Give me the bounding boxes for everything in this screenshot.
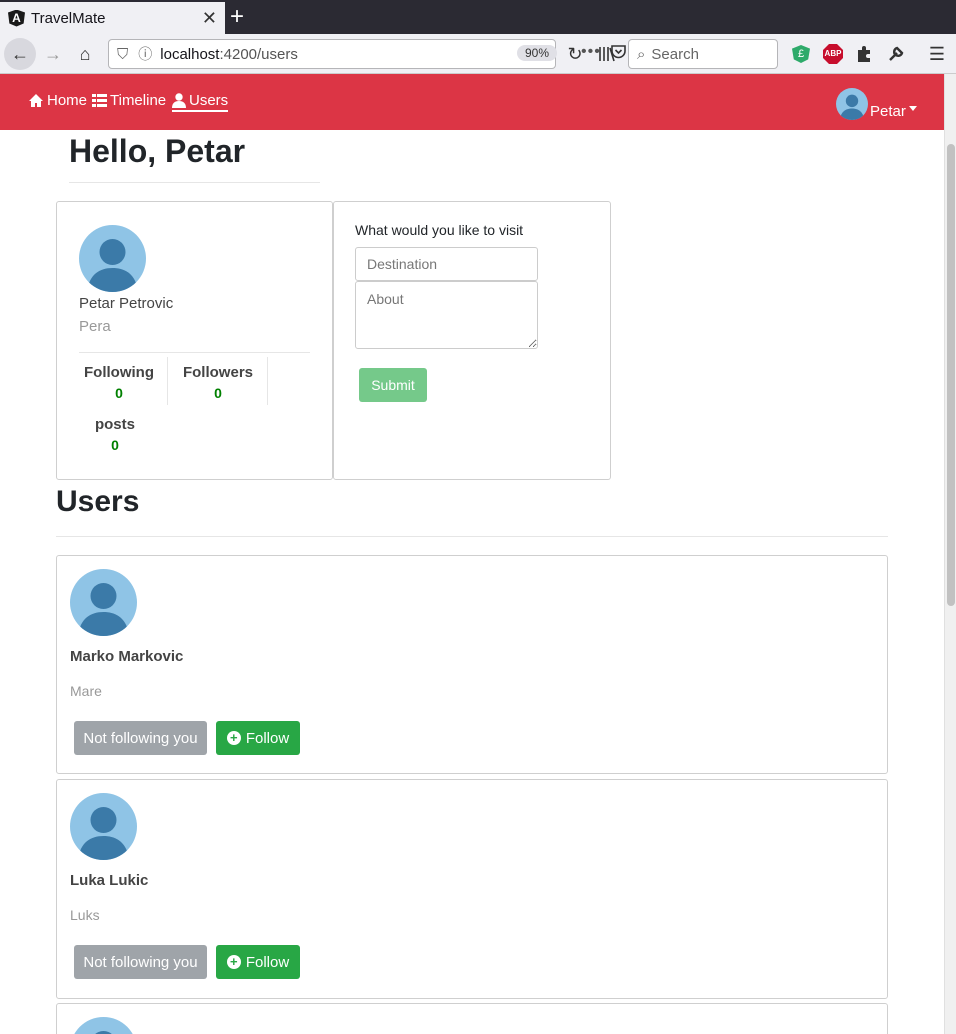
browser-tabstrip: A TravelMate ✕ + [0, 0, 956, 34]
angular-logo-icon: A [8, 9, 25, 27]
stat-following[interactable]: Following 0 [79, 364, 159, 401]
user-name[interactable]: Marko Markovic [70, 648, 183, 665]
plus-circle-icon: + [226, 731, 241, 745]
stat-label: posts [94, 416, 135, 433]
stat-label: Followers [182, 364, 253, 381]
search-icon: ⌕ [637, 45, 646, 63]
user-card: Marko Markovic Mare Not following you + … [56, 555, 888, 774]
plus-circle-icon: + [226, 955, 241, 969]
hamburger-menu-icon[interactable]: ☰ [922, 39, 952, 69]
app-navbar: Home Timeline Users Petar [0, 74, 944, 130]
nav-users-label: Users [189, 92, 229, 109]
browser-search-input[interactable]: ⌕ Search [628, 39, 778, 69]
home-icon[interactable]: ⌂ [70, 39, 100, 69]
library-icon[interactable] [592, 39, 622, 69]
users-heading: Users [56, 485, 140, 518]
reload-icon[interactable]: ↻ [560, 39, 590, 69]
user-card [56, 1003, 888, 1034]
avatar [70, 793, 137, 860]
puzzle-icon[interactable] [849, 39, 879, 69]
stat-posts[interactable]: posts 0 [79, 416, 151, 453]
zoom-badge[interactable]: 90% [517, 45, 558, 61]
avatar [70, 1017, 137, 1034]
stat-count: 0 [214, 385, 222, 401]
back-arrow-icon[interactable]: ← [4, 38, 36, 70]
follow-button[interactable]: + Follow [216, 945, 300, 979]
divider [167, 357, 168, 405]
user-nickname: Luks [70, 907, 100, 923]
caret-down-icon [908, 106, 917, 111]
new-tab-icon[interactable]: + [230, 3, 244, 31]
user-card: Luka Lukic Luks Not following you + Foll… [56, 779, 888, 999]
adblock-label: ABP [823, 44, 843, 64]
divider [79, 352, 310, 353]
url-host: localhost [160, 45, 220, 63]
stat-count: 0 [111, 437, 119, 453]
avatar [79, 225, 146, 292]
user-nickname: Mare [70, 683, 102, 699]
divider [267, 357, 268, 405]
page-title: Hello, Petar [69, 133, 246, 169]
nav-home[interactable]: Home [28, 92, 87, 109]
about-textarea[interactable] [355, 281, 538, 349]
stat-followers[interactable]: Followers 0 [177, 364, 259, 401]
follow-button[interactable]: + Follow [216, 721, 300, 755]
profile-nickname: Pera [79, 318, 111, 335]
home-icon [29, 94, 43, 107]
divider [56, 536, 888, 537]
scrollbar-thumb[interactable] [947, 144, 955, 606]
follow-label: Follow [245, 953, 290, 971]
new-post-card: What would you like to visit Submit [333, 201, 611, 480]
destination-input[interactable] [355, 247, 538, 281]
profile-name: Petar Petrovic [79, 295, 174, 312]
stat-count: 0 [115, 385, 123, 401]
follow-label: Follow [245, 729, 290, 747]
nav-timeline[interactable]: Timeline [92, 92, 166, 109]
avatar [836, 88, 868, 120]
profile-card: Petar Petrovic Pera Following 0 Follower… [56, 201, 333, 480]
search-placeholder: Search [651, 45, 699, 63]
info-icon[interactable]: ⓘ [138, 44, 152, 64]
follow-status-button[interactable]: Not following you [74, 721, 207, 755]
extension-shield-icon[interactable]: £ [786, 39, 816, 69]
follow-status-button[interactable]: Not following you [74, 945, 207, 979]
tab-title: TravelMate [31, 9, 106, 27]
url-bar[interactable]: ⛉ ⓘ localhost:4200/users 90% ••• ☆ [108, 39, 653, 69]
url-path: :4200/users [219, 45, 298, 63]
list-icon [92, 94, 107, 107]
browser-tab[interactable]: A TravelMate ✕ [0, 0, 225, 34]
user-name[interactable]: Luka Lukic [70, 872, 148, 889]
divider [69, 182, 320, 183]
avatar [70, 569, 137, 636]
user-icon [172, 93, 186, 108]
forward-arrow-icon[interactable]: → [38, 39, 68, 69]
submit-button[interactable]: Submit [359, 368, 427, 402]
form-label: What would you like to visit [355, 222, 524, 238]
nav-users[interactable]: Users [172, 92, 229, 112]
stat-label: Following [84, 364, 154, 381]
browser-toolbar: ← → ⌂ ⛉ ⓘ localhost:4200/users 90% ••• ☆… [0, 34, 956, 74]
nav-home-label: Home [47, 92, 88, 109]
shield-icon: ⛉ [117, 45, 129, 63]
page-scrollbar[interactable] [944, 74, 956, 1034]
page-content: Home Timeline Users Petar Hello, Petar P… [0, 74, 944, 1034]
user-menu-dropdown[interactable]: Petar [836, 88, 917, 120]
user-menu-label: Petar [870, 103, 906, 120]
adblock-icon[interactable]: ABP [818, 39, 848, 69]
nav-timeline-label: Timeline [110, 92, 167, 109]
wrench-icon[interactable] [881, 39, 911, 69]
close-icon[interactable]: ✕ [202, 8, 217, 29]
